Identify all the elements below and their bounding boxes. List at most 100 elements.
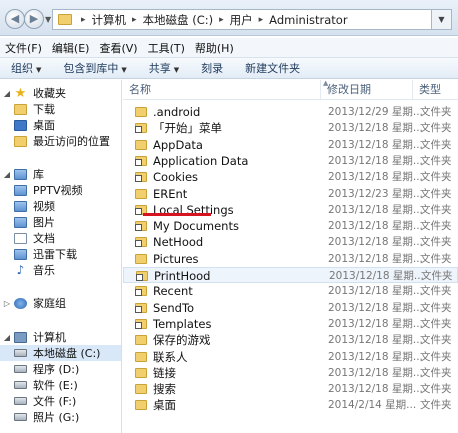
file-name: Pictures	[153, 251, 199, 266]
nav-homegroup[interactable]: ▷ 家庭组	[2, 295, 66, 311]
breadcrumb[interactable]: ▸ 计算机 ▸ 本地磁盘 (C:) ▸ 用户 ▸ Administrator	[52, 9, 432, 30]
nav-pptv-video[interactable]: PPTV视频	[14, 182, 83, 198]
breadcrumb-administrator[interactable]: Administrator	[267, 13, 349, 27]
nav-drive-d[interactable]: 程序 (D:)	[14, 361, 79, 377]
expand-triangle-icon[interactable]: ◢	[2, 333, 12, 342]
folder-icon	[135, 253, 147, 264]
file-type: 文件夹	[421, 270, 453, 282]
file-type: 文件夹	[420, 301, 452, 314]
chevron-right-icon[interactable]: ▸	[77, 15, 90, 25]
nav-libraries[interactable]: ◢ 库	[2, 166, 44, 182]
file-date: 2013/12/18 星期...	[328, 301, 423, 314]
expand-triangle-icon[interactable]: ▷	[2, 299, 12, 308]
file-name: 「开始」菜单	[153, 121, 222, 136]
nav-favorites-label: 收藏夹	[33, 87, 66, 100]
nav-libraries-label: 库	[33, 168, 44, 181]
nav-xunlei-downloads[interactable]: 迅雷下载	[14, 246, 77, 262]
nav-drive-g[interactable]: 照片 (G:)	[14, 409, 79, 425]
file-row[interactable]: PrintHood 2013/12/18 星期... 文件夹	[123, 267, 458, 283]
file-row[interactable]: Pictures 2013/12/18 星期... 文件夹	[123, 251, 458, 267]
nav-music[interactable]: ♪ 音乐	[14, 262, 55, 278]
menu-tools[interactable]: 工具(T)	[143, 38, 190, 57]
file-type: 文件夹	[420, 366, 452, 379]
nav-drive-c-label: 本地磁盘 (C:)	[33, 347, 101, 360]
file-row[interactable]: Templates 2013/12/18 星期... 文件夹	[123, 316, 458, 332]
nav-pptv-label: PPTV视频	[33, 184, 83, 197]
address-dropdown-icon[interactable]: ▼	[432, 9, 452, 30]
nav-desktop-label: 桌面	[33, 119, 55, 132]
nav-drive-c[interactable]: 本地磁盘 (C:)	[0, 345, 121, 361]
nav-drive-e[interactable]: 软件 (E:)	[14, 377, 78, 393]
file-row[interactable]: AppData 2013/12/18 星期... 文件夹	[123, 137, 458, 153]
navigation-pane: ◢ ★ 收藏夹 下载 桌面 最近访问的位置 ◢ 库 PPTV视频 视频 图片 文档 迅…	[0, 80, 122, 433]
expand-triangle-icon[interactable]: ◢	[2, 170, 12, 179]
column-header-type[interactable]: 类型	[413, 80, 458, 100]
nav-recent-places[interactable]: 最近访问的位置	[14, 133, 110, 149]
new-folder-button[interactable]: 新建文件夹	[234, 60, 311, 76]
file-row[interactable]: Application Data 2013/12/18 星期... 文件夹	[123, 153, 458, 169]
file-type: 文件夹	[420, 350, 452, 363]
recent-places-icon	[14, 135, 27, 147]
column-header-date[interactable]: 修改日期	[321, 80, 413, 100]
nav-homegroup-label: 家庭组	[33, 297, 66, 310]
column-header-name[interactable]: 名称	[123, 80, 321, 100]
burn-button[interactable]: 刻录	[190, 60, 234, 76]
video-library-icon	[14, 200, 27, 212]
recent-pages-dropdown-icon[interactable]: ▼	[45, 15, 51, 24]
file-name: Recent	[153, 284, 193, 299]
file-row[interactable]: 链接 2013/12/18 星期... 文件夹	[123, 365, 458, 381]
breadcrumb-users[interactable]: 用户	[228, 12, 255, 28]
file-type: 文件夹	[420, 138, 452, 151]
file-row[interactable]: Recent 2013/12/18 星期... 文件夹	[123, 283, 458, 299]
chevron-right-icon[interactable]: ▸	[255, 15, 268, 25]
breadcrumb-computer[interactable]: 计算机	[90, 12, 129, 28]
nav-documents[interactable]: 文档	[14, 230, 55, 246]
menu-view[interactable]: 查看(V)	[94, 38, 142, 57]
nav-pictures[interactable]: 图片	[14, 214, 55, 230]
file-date: 2013/12/18 星期...	[328, 220, 423, 233]
chevron-right-icon[interactable]: ▸	[128, 15, 141, 25]
file-name: PrintHood	[154, 269, 211, 283]
file-type: 文件夹	[420, 203, 452, 216]
desktop-icon	[14, 119, 27, 131]
nav-computer[interactable]: ◢ 计算机	[2, 329, 66, 345]
folder-icon	[135, 139, 147, 150]
share-button[interactable]: 共享 ▼	[138, 60, 190, 76]
breadcrumb-drive-c[interactable]: 本地磁盘 (C:)	[141, 12, 216, 28]
file-row[interactable]: .android 2013/12/29 星期... 文件夹	[123, 104, 458, 120]
nav-favorites[interactable]: ◢ ★ 收藏夹	[2, 85, 66, 101]
file-row[interactable]: 保存的游戏 2013/12/18 星期... 文件夹	[123, 332, 458, 348]
file-date: 2013/12/18 星期...	[328, 154, 423, 167]
organize-button[interactable]: 组织 ▼	[0, 60, 52, 76]
include-in-library-button[interactable]: 包含到库中 ▼	[52, 60, 137, 76]
back-button[interactable]: ◀	[5, 9, 25, 29]
menu-edit[interactable]: 编辑(E)	[47, 38, 95, 57]
nav-video[interactable]: 视频	[14, 198, 55, 214]
file-row[interactable]: 联系人 2013/12/18 星期... 文件夹	[123, 349, 458, 365]
nav-desktop[interactable]: 桌面	[14, 117, 55, 133]
forward-button[interactable]: ▶	[24, 9, 44, 29]
file-row[interactable]: SendTo 2013/12/18 星期... 文件夹	[123, 300, 458, 316]
file-row[interactable]: 「开始」菜单 2013/12/18 星期... 文件夹	[123, 120, 458, 136]
homegroup-icon	[14, 297, 27, 309]
file-row[interactable]: My Documents 2013/12/18 星期... 文件夹	[123, 218, 458, 234]
file-type: 文件夹	[420, 122, 452, 135]
hard-drive-icon	[14, 381, 27, 389]
file-date: 2013/12/18 星期...	[328, 350, 423, 363]
file-row[interactable]: 桌面 2014/2/14 星期... 文件夹	[123, 397, 458, 413]
chevron-right-icon[interactable]: ▸	[215, 15, 228, 25]
folder-icon	[135, 367, 147, 378]
menu-file[interactable]: 文件(F)	[0, 38, 47, 57]
nav-drive-f[interactable]: 文件 (F:)	[14, 393, 76, 409]
shortcut-folder-icon	[135, 302, 147, 313]
file-row[interactable]: 搜索 2013/12/18 星期... 文件夹	[123, 381, 458, 397]
file-row[interactable]: EREnt 2013/12/23 星期... 文件夹	[123, 186, 458, 202]
red-underline-annotation	[143, 213, 211, 216]
nav-downloads[interactable]: 下载	[14, 101, 55, 117]
expand-triangle-icon[interactable]: ◢	[2, 89, 12, 98]
menu-help[interactable]: 帮助(H)	[190, 38, 239, 57]
file-row[interactable]: NetHood 2013/12/18 星期... 文件夹	[123, 234, 458, 250]
file-row[interactable]: Cookies 2013/12/18 星期... 文件夹	[123, 169, 458, 185]
file-name: .android	[153, 105, 201, 119]
command-bar: 组织 ▼ 包含到库中 ▼ 共享 ▼ 刻录 新建文件夹	[0, 57, 458, 79]
